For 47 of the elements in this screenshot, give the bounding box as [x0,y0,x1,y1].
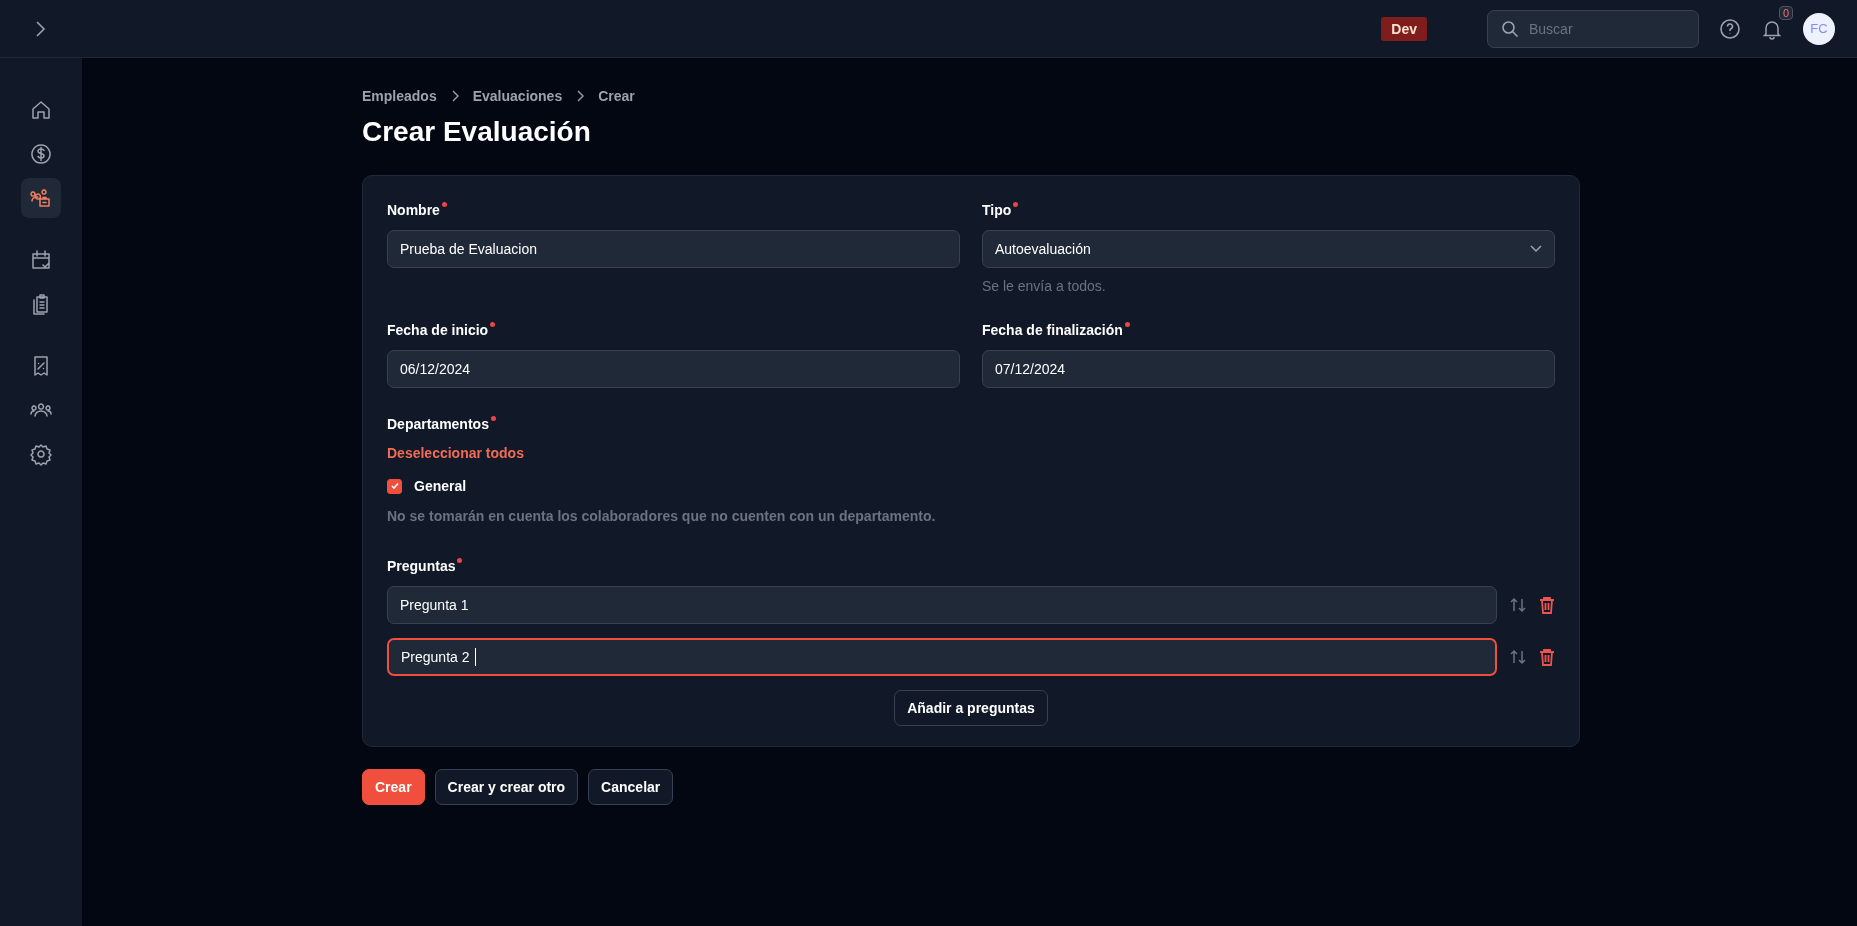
breadcrumb-link[interactable]: Empleados [362,88,437,104]
sidebar-item[interactable] [21,178,61,218]
add-question-button[interactable]: Añadir a preguntas [894,690,1048,726]
checkbox[interactable] [387,478,402,494]
expand-sidebar-icon[interactable] [34,19,46,38]
help-icon[interactable] [1719,17,1741,40]
input-field[interactable]: 06/12/2024 [387,350,960,388]
breadcrumb-link[interactable]: Evaluaciones [472,88,563,104]
breadcrumb-link[interactable]: Crear [598,88,635,104]
select-value: Autoevaluación [995,241,1091,257]
type-select[interactable]: Autoevaluación [982,230,1555,268]
reorder-arrows-icon[interactable] [1509,648,1527,666]
field-label: Departamentos [387,416,489,432]
search-field[interactable]: Buscar [1487,9,1699,48]
question-text: Pregunta 2 [401,649,470,665]
trash-icon[interactable] [1539,648,1555,666]
people-briefcase-icon [29,186,53,210]
field-label: Preguntas [387,558,456,574]
page-title: Crear Evaluación [362,116,592,148]
field-label: Tipo [982,202,1012,218]
input-field[interactable]: 07/12/2024 [982,350,1555,388]
question-field[interactable]: Pregunta 2 [387,638,1497,676]
form-action-button[interactable]: Cancelar [588,769,674,805]
field-label: Nombre [387,202,440,218]
field-label: Fecha de inicio [387,322,489,338]
chevron-right-icon [576,90,585,102]
home-icon [29,98,53,122]
chevron-down-icon [1530,245,1542,253]
check-icon [389,481,400,491]
question-field[interactable]: Pregunta 1 [387,586,1497,624]
field-hint: Se le envía a todos. [982,278,1107,294]
notification-count: 0 [1778,5,1793,20]
checkbox-label: General [414,478,467,494]
gear-icon [29,442,53,466]
trash-icon[interactable] [1539,596,1555,614]
chevron-right-icon [450,90,459,102]
field-label: Fecha de finalización [982,322,1123,338]
department-note: No se tomarán en cuenta los colaboradores que no cuenten con un departamento. [387,508,937,524]
question-text: Pregunta 1 [400,597,469,613]
environment-badge: Dev [1381,16,1427,41]
reorder-arrows-icon[interactable] [1509,596,1527,614]
input-field[interactable]: Prueba de Evaluacion [387,230,960,268]
search-icon [1501,19,1519,38]
deselect-all-link[interactable]: Deseleccionar todos [387,445,524,461]
form-action-button[interactable]: Crear [362,769,425,805]
form-action-button[interactable]: Crear y crear otro [434,769,579,805]
calendar-check-icon [29,248,53,272]
